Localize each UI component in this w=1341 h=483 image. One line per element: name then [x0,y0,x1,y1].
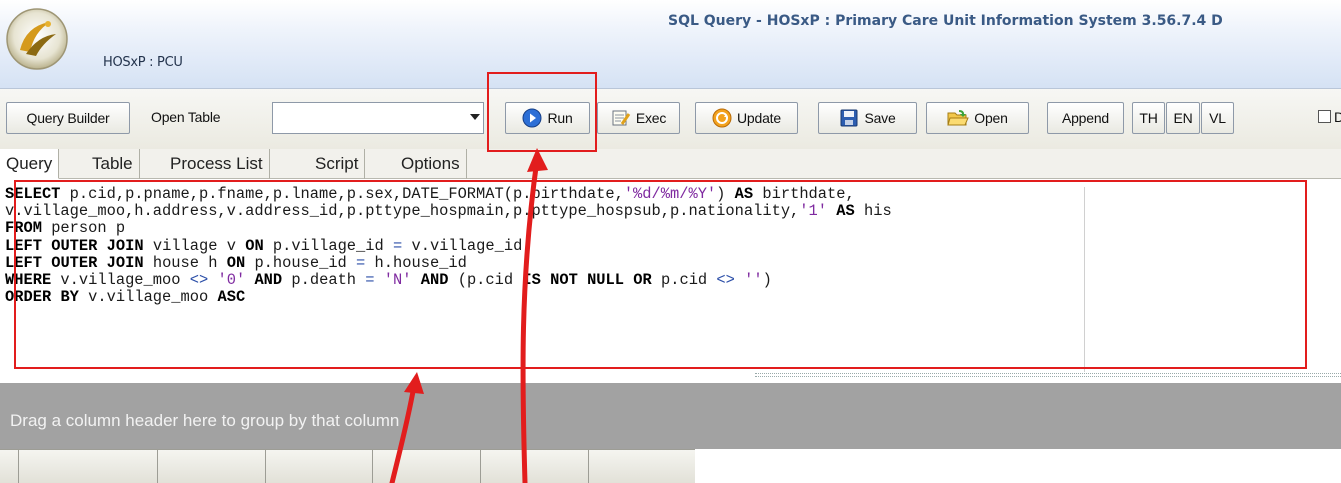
arrow-to-run-head [527,148,548,172]
arrow-to-editor-head [404,372,424,394]
arrow-to-editor [389,383,417,483]
annotation-arrows [389,148,548,483]
arrow-to-run [520,157,540,483]
